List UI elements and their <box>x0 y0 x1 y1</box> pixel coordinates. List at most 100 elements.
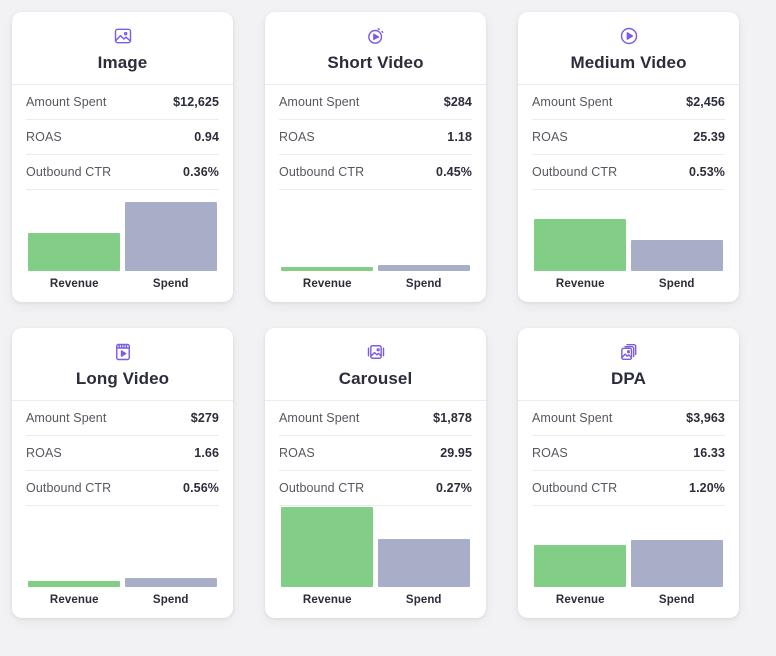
metric-value: $12,625 <box>173 95 219 109</box>
metric-label: ROAS <box>26 446 62 460</box>
spend-bar-label: Spend <box>406 278 442 290</box>
spend-bar-label: Spend <box>153 278 189 290</box>
spend-bar-label: Spend <box>153 594 189 606</box>
card-title: DPA <box>518 369 739 389</box>
metric-row-amount-spent: Amount Spent$284 <box>279 85 472 120</box>
metric-value: 29.95 <box>440 446 472 460</box>
bar-group-revenue: Revenue <box>281 267 373 290</box>
creative-type-card[interactable]: Carousel Amount Spent $1,878 ROAS 29.95 Outbo… <box>265 328 486 618</box>
metric-list: Amount Spent$12,625ROAS0.94Outbound CTR0… <box>12 85 233 190</box>
revenue-spend-bar-chart: Revenue Spend <box>12 506 233 618</box>
spend-bar <box>378 265 470 271</box>
metric-list: Amount Spent$279 ROAS 1.66 Outbound CTR 0.56… <box>12 401 233 506</box>
metric-row-roas: ROAS 1.66 <box>26 436 219 471</box>
metric-value: 0.94 <box>194 130 219 144</box>
card-title: Long Video <box>12 369 233 389</box>
metric-value: $279 <box>191 411 219 425</box>
card-title: Image <box>12 53 233 73</box>
bar-group-spend: Spend <box>631 240 723 290</box>
bar-group-spend: Spend <box>125 578 217 606</box>
metric-row-amount-spent: Amount Spent$2,456 <box>532 85 725 120</box>
metric-value: 1.18 <box>447 130 472 144</box>
spend-bar <box>125 578 217 587</box>
metric-list: Amount Spent $3,963 ROAS 16.33 Outbound CTR1… <box>518 401 739 506</box>
spend-bar <box>125 202 217 271</box>
revenue-bar <box>28 581 120 587</box>
bar-group-spend: Spend <box>378 265 470 290</box>
metric-label: Outbound CTR <box>532 481 617 495</box>
card-header: Carousel <box>265 328 486 401</box>
metric-label: ROAS <box>279 130 315 144</box>
metric-label: Outbound CTR <box>26 165 111 179</box>
revenue-bar <box>281 267 373 271</box>
creative-type-card[interactable]: ImageAmount Spent$12,625ROAS0.94Outbound… <box>12 12 233 302</box>
spend-bar-label: Spend <box>659 594 695 606</box>
bar-group-revenue: Revenue <box>281 507 373 606</box>
metric-label: ROAS <box>532 130 568 144</box>
revenue-bar-label: Revenue <box>303 594 352 606</box>
bar-group-revenue: Revenue <box>534 545 626 606</box>
spend-bar-label: Spend <box>406 594 442 606</box>
spend-bar <box>631 240 723 271</box>
metric-list: Amount Spent $1,878 ROAS 29.95 Outbound CTR0… <box>265 401 486 506</box>
spend-bar <box>631 540 723 587</box>
metric-label: Amount Spent <box>532 411 612 425</box>
spend-bar-label: Spend <box>659 278 695 290</box>
revenue-spend-bar-chart: Revenue Spend <box>265 190 486 302</box>
metric-row-amount-spent: Amount Spent $12,625 <box>26 85 219 120</box>
image-icon <box>113 26 133 46</box>
bar-group-revenue: Revenue <box>28 233 120 290</box>
metric-value: 0.27% <box>436 481 472 495</box>
revenue-spend-bar-chart: Revenue Spend <box>265 506 486 618</box>
metric-row-amount-spent: Amount Spent $1,878 <box>279 401 472 436</box>
creative-type-card[interactable]: Medium VideoAmount Spent$2,456 ROAS 25.39 O… <box>518 12 739 302</box>
metric-value: 1.66 <box>194 446 219 460</box>
card-header: Short Video <box>265 12 486 85</box>
bar-group-spend: Spend <box>631 540 723 606</box>
card-header: Long Video <box>12 328 233 401</box>
layered-images-icon <box>619 342 639 362</box>
metric-label: Amount Spent <box>532 95 612 109</box>
revenue-bar-label: Revenue <box>556 594 605 606</box>
metric-label: ROAS <box>279 446 315 460</box>
revenue-bar-label: Revenue <box>303 278 352 290</box>
metric-label: Outbound CTR <box>26 481 111 495</box>
card-header: DPA <box>518 328 739 401</box>
metric-value: 16.33 <box>693 446 725 460</box>
metric-label: ROAS <box>532 446 568 460</box>
creative-type-card[interactable]: Long Video Amount Spent$279 ROAS 1.66 Outbou… <box>12 328 233 618</box>
play-circle-icon <box>619 26 639 46</box>
metric-value: 25.39 <box>693 130 725 144</box>
bar-group-spend: Spend <box>125 202 217 290</box>
spend-bar <box>378 539 470 587</box>
metric-row-outbound-ctr: Outbound CTR 0.56% <box>26 471 219 506</box>
metric-row-outbound-ctr: Outbound CTR0.27% <box>279 471 472 506</box>
metric-row-outbound-ctr: Outbound CTR0.53% <box>532 155 725 190</box>
metric-row-roas: ROAS 16.33 <box>532 436 725 471</box>
revenue-bar-label: Revenue <box>50 594 99 606</box>
card-header: Medium Video <box>518 12 739 85</box>
bar-group-spend: Spend <box>378 539 470 606</box>
revenue-bar-label: Revenue <box>50 278 99 290</box>
metric-value: $1,878 <box>433 411 472 425</box>
metric-row-amount-spent: Amount Spent$279 <box>26 401 219 436</box>
creative-type-card[interactable]: DPA Amount Spent $3,963 ROAS 16.33 Outbound C… <box>518 328 739 618</box>
metric-label: Amount Spent <box>279 411 359 425</box>
metric-row-outbound-ctr: Outbound CTR 0.45% <box>279 155 472 190</box>
bar-group-revenue: Revenue <box>534 219 626 290</box>
metric-list: Amount Spent$284 ROAS 1.18 Outbound CTR 0.45… <box>265 85 486 190</box>
revenue-bar <box>281 507 373 587</box>
metric-row-roas: ROAS 1.18 <box>279 120 472 155</box>
creative-type-card[interactable]: Short Video Amount Spent$284 ROAS 1.18 Outbo… <box>265 12 486 302</box>
metric-label: Amount Spent <box>279 95 359 109</box>
metric-label: Amount Spent <box>26 95 106 109</box>
revenue-spend-bar-chart: Revenue Spend <box>518 190 739 302</box>
metric-value: 0.56% <box>183 481 219 495</box>
revenue-spend-bar-chart: Revenue Spend <box>12 190 233 302</box>
metric-value: 0.45% <box>436 165 472 179</box>
metric-label: Outbound CTR <box>279 165 364 179</box>
metric-value: $3,963 <box>686 411 725 425</box>
card-title: Short Video <box>265 53 486 73</box>
metric-row-amount-spent: Amount Spent $3,963 <box>532 401 725 436</box>
metric-row-outbound-ctr: Outbound CTR1.20% <box>532 471 725 506</box>
